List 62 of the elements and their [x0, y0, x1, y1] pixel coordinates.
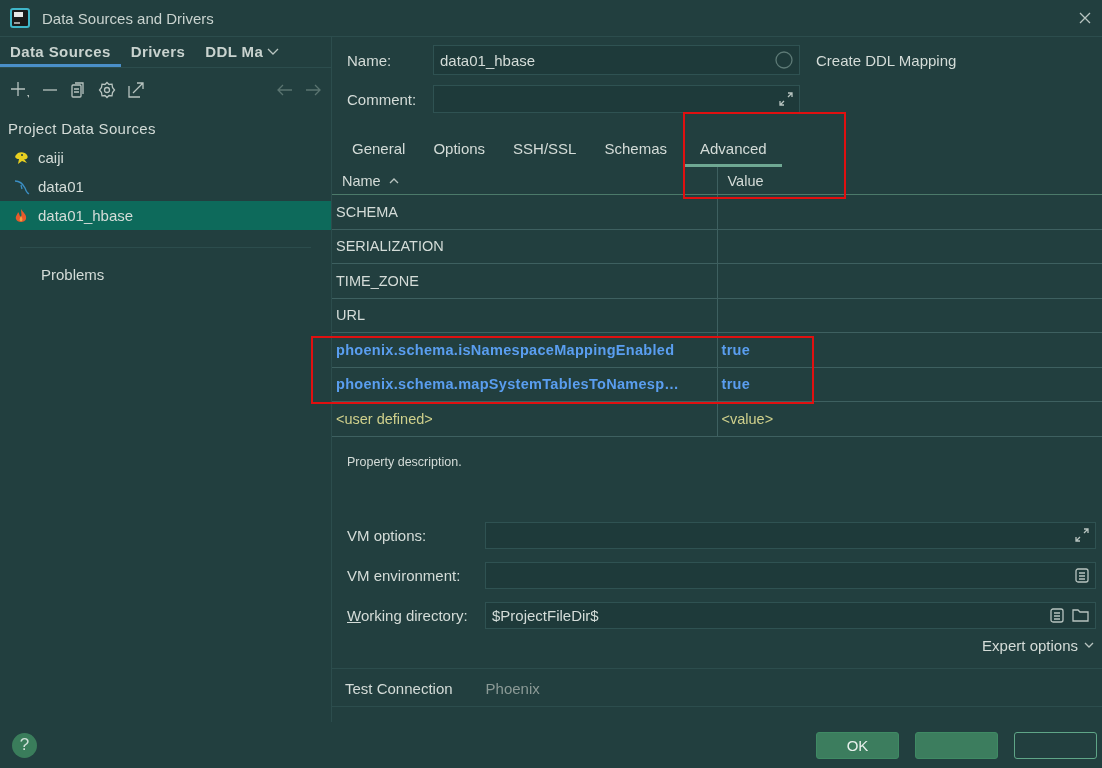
- property-value: true: [721, 341, 751, 358]
- section-title: Project Data Sources: [8, 120, 157, 137]
- dialog-button[interactable]: [915, 731, 998, 759]
- list-icon[interactable]: [1050, 607, 1064, 623]
- sidebar-tab[interactable]: DDL Ma: [195, 37, 268, 67]
- tab[interactable]: General: [342, 137, 416, 167]
- close-icon[interactable]: [1078, 11, 1092, 25]
- folder-icon[interactable]: [1072, 608, 1089, 622]
- chevron-down-icon[interactable]: [1084, 642, 1094, 648]
- column-header[interactable]: Name: [342, 172, 381, 189]
- circle-icon: [775, 51, 793, 69]
- input-field[interactable]: [485, 521, 1096, 549]
- property-name: SERIALIZATION: [336, 238, 444, 255]
- footer-tab[interactable]: Phoenix: [485, 679, 540, 697]
- sort-up-icon: [388, 177, 399, 184]
- input-field[interactable]: [485, 561, 1096, 589]
- ok-button[interactable]: OK: [816, 731, 899, 759]
- tab[interactable]: Options: [423, 137, 496, 167]
- field-label: Working directory:: [347, 606, 469, 624]
- footer-tab[interactable]: Test Connection: [345, 679, 453, 697]
- property-name: phoenix.schema.isNamespaceMappingEnabled: [336, 341, 675, 358]
- database-icon: [13, 178, 30, 195]
- export-icon[interactable]: [128, 82, 144, 98]
- property-name: <user defined>: [336, 410, 433, 427]
- add-icon[interactable]: [10, 81, 30, 99]
- database-icon: [13, 149, 30, 166]
- app-logo-icon: [10, 8, 30, 28]
- copy-icon[interactable]: [70, 82, 86, 98]
- property-name: URL: [336, 307, 365, 324]
- column-header[interactable]: Value: [727, 172, 764, 189]
- field-label: VM environment:: [347, 566, 462, 584]
- sidebar-tab[interactable]: Drivers: [120, 37, 196, 67]
- create-ddl-link[interactable]: Create DDL Mapping: [816, 51, 957, 69]
- comment-field[interactable]: [433, 85, 800, 113]
- tab[interactable]: Schemas: [594, 137, 677, 167]
- name-field[interactable]: data01_hbase: [433, 45, 800, 75]
- data-source-item[interactable]: caiji: [0, 143, 331, 172]
- property-value: true: [721, 376, 751, 393]
- data-source-item[interactable]: data01_hbase: [0, 201, 331, 230]
- field-label: VM options:: [347, 526, 428, 544]
- help-button[interactable]: ?: [12, 732, 37, 758]
- sidebar-tab[interactable]: Data Sources: [0, 37, 121, 67]
- settings-icon[interactable]: [98, 81, 116, 99]
- expand-icon[interactable]: [779, 92, 793, 106]
- dialog-button[interactable]: [1014, 731, 1097, 759]
- expand-icon[interactable]: [1075, 528, 1089, 542]
- window-title: Data Sources and Drivers: [42, 9, 214, 27]
- problems-item[interactable]: Problems: [41, 266, 105, 283]
- chevron-down-icon[interactable]: [267, 48, 280, 56]
- field-label: Comment:: [347, 90, 418, 108]
- property-value: <value>: [721, 410, 774, 427]
- property-name: TIME_ZONE: [336, 272, 419, 289]
- input-field[interactable]: $ProjectFileDir$: [485, 601, 1096, 629]
- expert-options-link[interactable]: Expert options: [982, 636, 1078, 654]
- property-name: phoenix.schema.mapSystemTablesToNamesp…: [336, 376, 680, 393]
- tab[interactable]: SSH/SSL: [503, 137, 587, 167]
- field-label: Name:: [347, 51, 393, 69]
- tab[interactable]: Advanced: [685, 137, 782, 167]
- property-description: Property description.: [347, 454, 462, 469]
- data-source-item[interactable]: data01: [0, 172, 331, 201]
- property-name: SCHEMA: [336, 203, 399, 220]
- list-icon[interactable]: [1075, 567, 1089, 583]
